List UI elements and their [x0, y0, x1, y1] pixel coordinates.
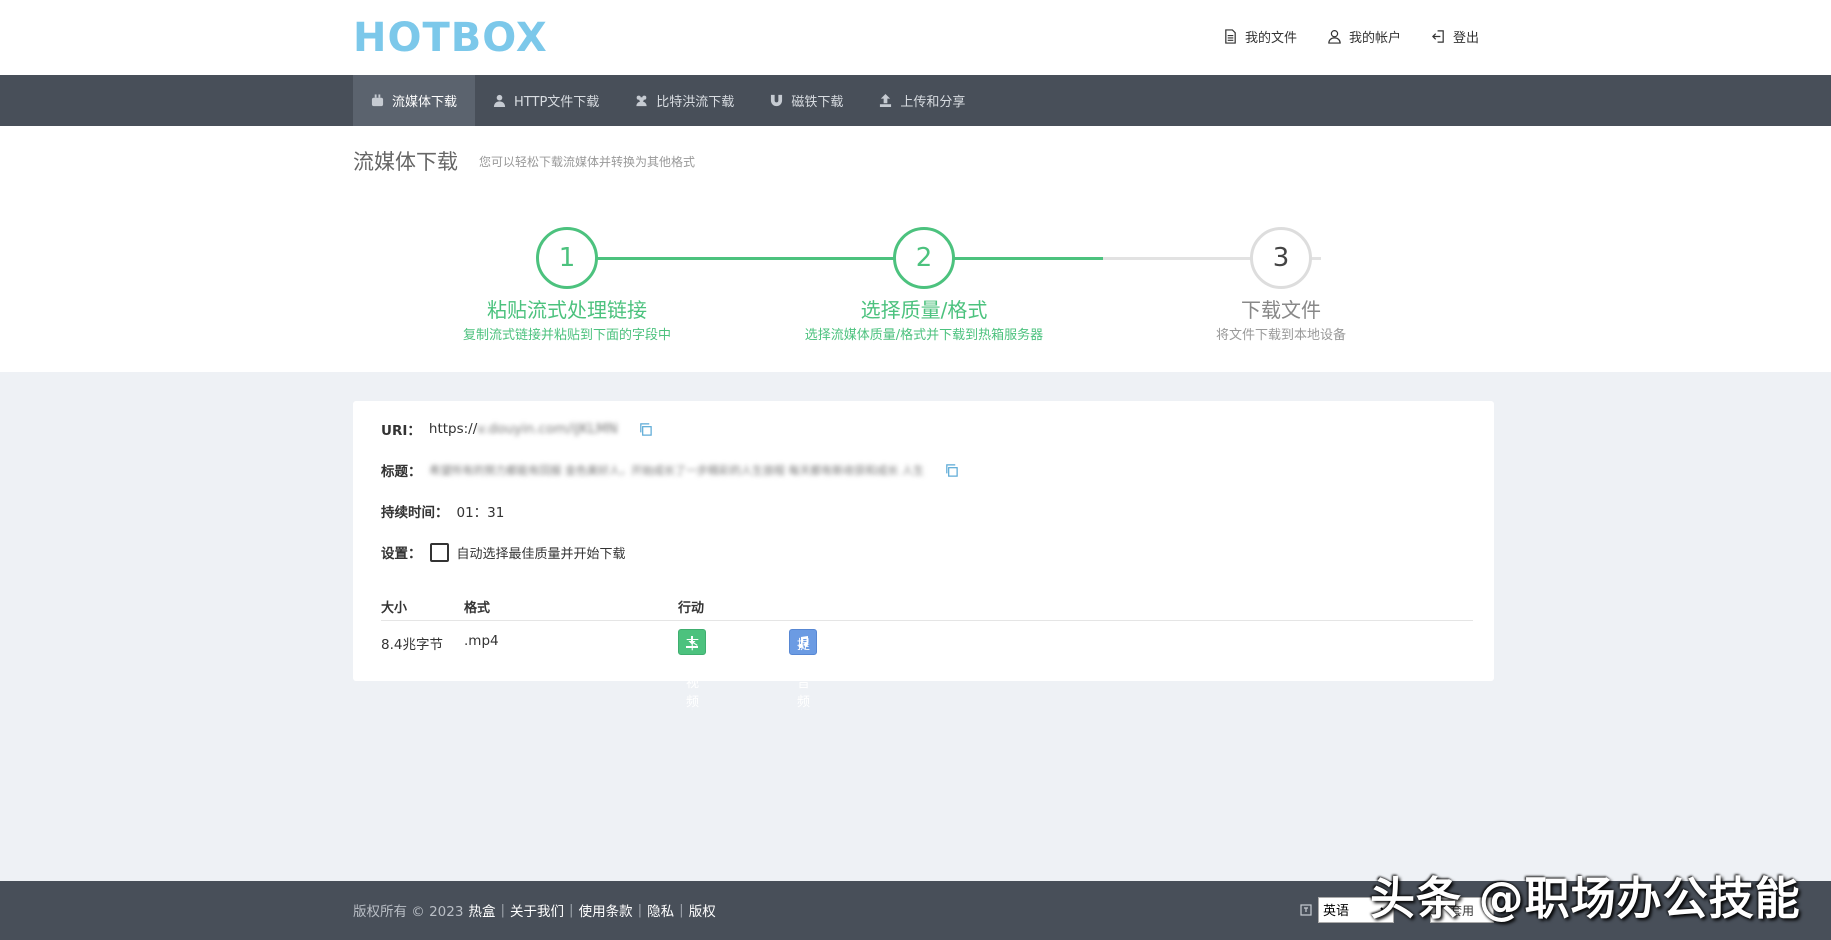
separator: | — [637, 902, 643, 918]
step-3-title: 下载文件 — [1241, 298, 1321, 322]
user-icon — [493, 94, 506, 107]
title-label: 标题： — [381, 464, 422, 480]
uri-label: URI： — [381, 423, 421, 439]
my-account-link[interactable]: 我的帐户 — [1327, 27, 1401, 46]
table-row: 8.4兆字节 .mp4 下载视频 提取音频 — [381, 629, 1473, 710]
my-files-label: 我的文件 — [1244, 31, 1297, 46]
tab-torrent-download[interactable]: 比特洪流下载 — [617, 75, 752, 126]
auto-select-label[interactable]: 自动选择最佳质量并开始下载 — [457, 543, 626, 562]
tab-magnet-download[interactable]: 磁铁下载 — [752, 75, 861, 126]
extract-audio-label: 提取音频 — [797, 638, 811, 710]
size-cell: 8.4兆字节 — [381, 637, 443, 653]
separator: | — [569, 902, 574, 918]
tab-http-download[interactable]: HTTP文件下载 — [475, 75, 617, 126]
logout-icon — [1431, 30, 1444, 43]
step-progress-line-done — [567, 257, 1103, 260]
user-icon — [1328, 29, 1341, 44]
step-2-title: 选择质量/格式 — [860, 298, 988, 322]
uri-blurred: v.douyin.com/iJKLMN — [477, 421, 618, 437]
auto-select-checkbox[interactable] — [429, 542, 449, 562]
download-video-button[interactable]: 下载视频 — [678, 629, 706, 710]
separator: | — [500, 902, 506, 918]
duration-label: 持续时间： — [381, 505, 449, 521]
page-subtitle: 您可以轻松下载流媒体并转换为其他格式 — [479, 155, 696, 169]
uri-prefix: https:// — [428, 421, 478, 437]
footer-link-privacy[interactable]: 隐私 — [647, 900, 674, 920]
hotbox-logo[interactable]: HOTBOX — [353, 18, 548, 58]
uri-value: https://v.douyin.com/iJKLMN — [429, 421, 618, 437]
duration-value: 01：31 — [456, 505, 505, 521]
copy-title-icon[interactable] — [944, 463, 959, 478]
magnet-icon — [771, 94, 783, 107]
copy-uri-icon[interactable] — [638, 422, 653, 437]
footer-links: 版权所有 © 2023 热盒 | 关于我们 | 使用条款 | 隐私 | 版权 — [353, 900, 716, 920]
step-1-circle: 1 — [536, 227, 598, 289]
uri-row: URI： https://v.douyin.com/iJKLMN — [381, 419, 653, 439]
step-2-circle: 2 — [893, 227, 955, 289]
col-action-header: 行动 — [678, 601, 705, 616]
logout-label: 登出 — [1452, 31, 1479, 46]
settings-row: 设置： 自动选择最佳质量并开始下载 — [381, 542, 626, 562]
title-blurred: 希望所有的努力都能有回报 金色美好人，开始成长了一步精彩的人生旅程 每天都有新收… — [429, 464, 925, 477]
tab-label: 流媒体下载 — [392, 95, 458, 110]
footer-link-terms[interactable]: 使用条款 — [579, 900, 633, 920]
document-icon — [1225, 29, 1236, 44]
tab-streaming-download[interactable]: 流媒体下载 — [353, 75, 476, 126]
tab-label: HTTP文件下载 — [514, 95, 600, 110]
step-1-title: 粘贴流式处理链接 — [487, 298, 647, 322]
tab-upload-share[interactable]: 上传和分享 — [861, 75, 983, 126]
tab-label: 上传和分享 — [900, 95, 966, 110]
main-navbar: 流媒体下载 HTTP文件下载 比特洪流下载 磁铁下载 上传和分享 — [0, 75, 1831, 126]
col-size-header: 大小 — [381, 601, 408, 616]
footer-link-about[interactable]: 关于我们 — [510, 900, 564, 920]
my-account-label: 我的帐户 — [1348, 31, 1401, 46]
step-2-desc: 选择流媒体质量/格式并下载到热箱服务器 — [804, 328, 1044, 343]
top-header: HOTBOX 我的文件 我的帐户 登出 — [0, 0, 1831, 75]
col-format-header: 格式 — [464, 601, 491, 616]
footer-link-copyright[interactable]: 版权 — [689, 900, 716, 920]
my-files-link[interactable]: 我的文件 — [1223, 27, 1297, 46]
media-info-card: URI： https://v.douyin.com/iJKLMN 标题： 希望所… — [353, 401, 1494, 710]
extract-audio-button[interactable]: 提取音频 — [789, 629, 817, 710]
users-icon — [636, 95, 647, 107]
tab-label: 比特洪流下载 — [656, 95, 735, 110]
download-video-label: 下载视频 — [686, 638, 700, 710]
account-nav: 我的文件 我的帐户 登出 — [1223, 27, 1479, 46]
tab-label: 磁铁下载 — [791, 95, 844, 110]
formats-table-header: 大小 格式 行动 — [381, 593, 1473, 621]
step-3-desc: 将文件下载到本地设备 — [1215, 328, 1346, 343]
step-3-circle: 3 — [1250, 227, 1312, 289]
upload-icon — [880, 94, 892, 107]
translate-icon — [1300, 904, 1312, 916]
format-cell: .mp4 — [464, 633, 499, 649]
settings-label: 设置： — [381, 546, 422, 562]
watermark-text: 头条 @职场办公技能 — [1370, 872, 1801, 925]
page-title: 流媒体下载 — [353, 150, 458, 174]
separator: | — [679, 902, 684, 918]
step-1-desc: 复制流式链接并粘贴到下面的字段中 — [462, 328, 671, 343]
logout-link[interactable]: 登出 — [1431, 27, 1479, 46]
duration-row: 持续时间： 01：31 — [381, 501, 504, 521]
youtube-icon — [371, 94, 384, 107]
title-row: 标题： 希望所有的努力都能有回报 金色美好人，开始成长了一步精彩的人生旅程 每天… — [381, 460, 959, 480]
copyright-text: 版权所有 © 2023 — [353, 904, 464, 920]
footer-link-hotbox[interactable]: 热盒 — [468, 900, 495, 920]
